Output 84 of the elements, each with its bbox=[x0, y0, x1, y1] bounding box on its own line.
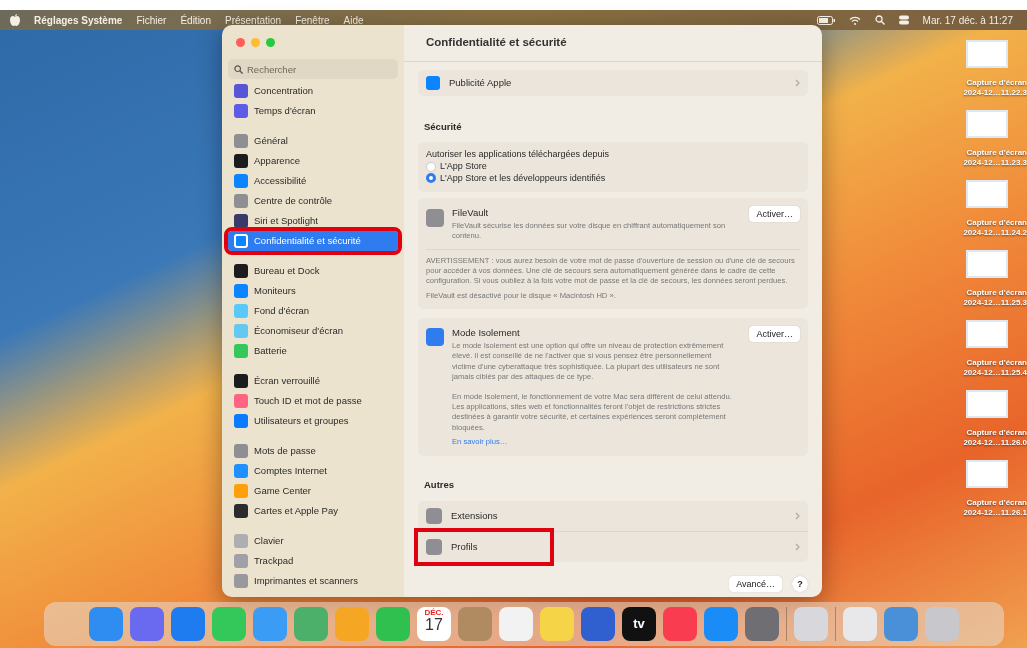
app-icon[interactable] bbox=[89, 607, 123, 641]
sidebar-item[interactable]: Touch ID et mot de passe bbox=[228, 391, 398, 411]
sidebar-item[interactable]: Moniteurs bbox=[228, 281, 398, 301]
app-icon[interactable] bbox=[745, 607, 779, 641]
app-icon[interactable] bbox=[794, 607, 828, 641]
sidebar-item[interactable]: Fond d'écran bbox=[228, 301, 398, 321]
screenshot-thumbnail[interactable] bbox=[966, 320, 1008, 348]
app-icon[interactable] bbox=[704, 607, 738, 641]
sidebar-item[interactable]: Cartes et Apple Pay bbox=[228, 501, 398, 521]
advanced-button[interactable]: Avancé… bbox=[729, 575, 782, 592]
sidebar-item[interactable]: Siri et Spotlight bbox=[228, 211, 398, 231]
sidebar-item[interactable]: Mots de passe bbox=[228, 441, 398, 461]
section-heading: Autres bbox=[423, 478, 456, 493]
screenshot-thumbnail[interactable] bbox=[966, 180, 1008, 208]
sidebar-item[interactable]: Écran verrouillé bbox=[228, 371, 398, 391]
close-button[interactable] bbox=[236, 38, 245, 47]
section-heading: Sécurité bbox=[423, 120, 463, 134]
app-icon[interactable] bbox=[925, 607, 959, 641]
menu-item[interactable]: Fenêtre bbox=[295, 12, 330, 28]
list-row[interactable]: Profils bbox=[418, 531, 550, 562]
search-field[interactable]: Rechercher bbox=[228, 59, 398, 79]
apple-icon[interactable] bbox=[10, 14, 20, 26]
chevron-icon bbox=[795, 511, 800, 520]
screenshot-thumbnail[interactable] bbox=[966, 40, 1008, 68]
menu-item[interactable]: Édition bbox=[180, 12, 211, 28]
app-icon[interactable] bbox=[253, 607, 287, 641]
app-icon[interactable] bbox=[499, 607, 533, 641]
list-row[interactable]: Extensions bbox=[418, 500, 808, 531]
app-icon[interactable] bbox=[663, 607, 697, 641]
radio-option[interactable]: L'App Store bbox=[426, 160, 800, 173]
app-icon[interactable] bbox=[294, 607, 328, 641]
app-icon[interactable] bbox=[130, 607, 164, 641]
wifi-icon[interactable] bbox=[848, 15, 861, 25]
setting-title: Mode Isolement bbox=[452, 326, 521, 341]
tv-app-icon[interactable]: tv bbox=[622, 607, 656, 641]
toggles-icon[interactable] bbox=[898, 15, 909, 25]
sidebar-item[interactable]: Batterie bbox=[228, 341, 398, 361]
app-icon[interactable] bbox=[581, 607, 615, 641]
setting-label: Autoriser les applications téléchargées depuis bbox=[426, 149, 611, 161]
app-icon[interactable] bbox=[376, 607, 410, 641]
sidebar-item[interactable]: Comptes Internet bbox=[228, 461, 398, 481]
calendar-icon[interactable]: DÉC. 17 bbox=[417, 607, 451, 641]
sidebar-item[interactable]: Apparence bbox=[228, 151, 398, 171]
app-icon[interactable] bbox=[458, 607, 492, 641]
list-row[interactable]: Publicité Apple bbox=[418, 70, 808, 96]
menu-item[interactable]: Présentation bbox=[225, 12, 282, 28]
radio-option[interactable]: L'App Store et les développeurs identifiés bbox=[426, 172, 800, 185]
sidebar-item[interactable]: Général bbox=[228, 131, 398, 151]
chevron-icon bbox=[795, 79, 800, 87]
sidebar-item[interactable]: Game Center bbox=[228, 481, 398, 501]
screenshot-thumbnail[interactable] bbox=[966, 390, 1008, 418]
battery-icon[interactable] bbox=[816, 15, 835, 25]
sidebar-item[interactable]: Accessibilité bbox=[228, 171, 398, 191]
menu-item[interactable]: Fichier bbox=[136, 12, 167, 28]
sidebar-item[interactable]: Bureau et Dock bbox=[228, 261, 398, 281]
screenshot-thumbnail[interactable] bbox=[966, 110, 1008, 138]
activate-button[interactable]: Activer… bbox=[749, 326, 800, 343]
menu-item[interactable]: Aide bbox=[343, 12, 364, 28]
screenshot-thumbnail[interactable] bbox=[966, 460, 1008, 488]
activate-button[interactable]: Activer… bbox=[749, 206, 800, 223]
screenshot-thumbnail[interactable] bbox=[966, 250, 1008, 278]
menu-item[interactable]: Réglages Système bbox=[34, 12, 123, 28]
chevron-icon bbox=[795, 542, 800, 551]
menu-clock[interactable]: Mar. 17 déc. à 11:27 bbox=[922, 12, 1013, 28]
setting-title: FileVault bbox=[452, 206, 490, 221]
search-icon bbox=[234, 65, 243, 74]
app-icon[interactable] bbox=[884, 607, 918, 641]
window-title: Confidentialité et sécurité bbox=[404, 25, 822, 62]
sidebar-item[interactable]: Imprimantes et scanners bbox=[228, 571, 398, 591]
app-icon[interactable] bbox=[212, 607, 246, 641]
app-icon[interactable] bbox=[171, 607, 205, 641]
zoom-button[interactable] bbox=[266, 38, 275, 47]
sidebar-item[interactable]: Centre de contrôle bbox=[228, 191, 398, 211]
sidebar-item[interactable]: Économiseur d'écran bbox=[228, 321, 398, 341]
app-icon[interactable] bbox=[843, 607, 877, 641]
help-button[interactable]: ? bbox=[792, 575, 808, 592]
sidebar-item[interactable]: Concentration bbox=[228, 81, 398, 101]
sidebar-item[interactable]: Clavier bbox=[228, 531, 398, 551]
search-icon[interactable] bbox=[874, 15, 885, 25]
minimize-button[interactable] bbox=[251, 38, 260, 47]
sidebar-item[interactable]: Temps d'écran bbox=[228, 101, 398, 121]
app-icon[interactable] bbox=[540, 607, 574, 641]
sidebar-item[interactable]: Trackpad bbox=[228, 551, 398, 571]
sidebar-item[interactable]: Utilisateurs et groupes bbox=[228, 411, 398, 431]
